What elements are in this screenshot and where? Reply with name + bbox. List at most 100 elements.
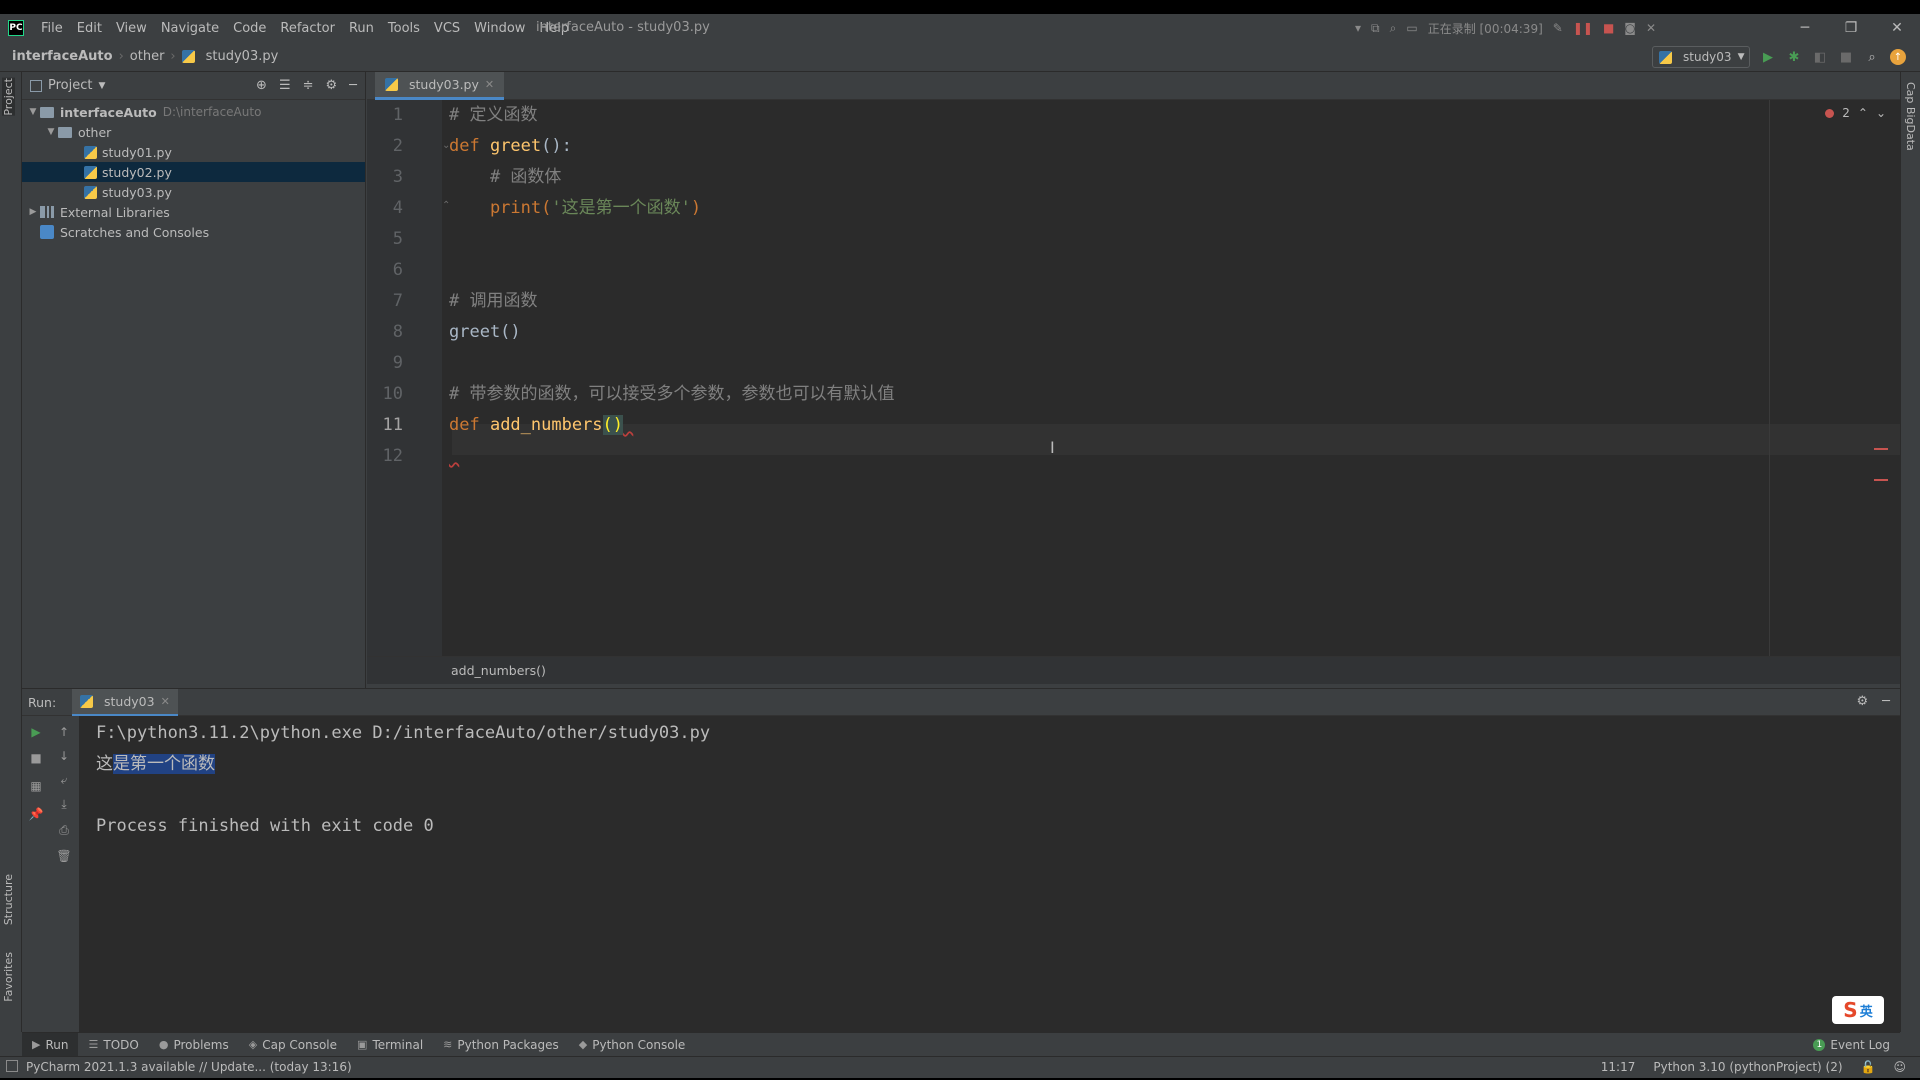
breadcrumb-project[interactable]: interfaceAuto	[12, 49, 113, 64]
window-icon[interactable]: ⧉	[1371, 21, 1380, 36]
event-log-tab[interactable]: 1 Event Log	[1813, 1033, 1890, 1057]
stop-icon[interactable]: ■	[1603, 21, 1614, 35]
scratches-icon	[40, 225, 54, 239]
menu-tools[interactable]: Tools	[381, 21, 427, 36]
restore-button[interactable]: ❐	[1828, 14, 1874, 42]
breadcrumb-file[interactable]: study03.py	[206, 49, 279, 64]
error-stripe-mark[interactable]	[1874, 448, 1888, 450]
caret-position[interactable]: 11:17	[1601, 1060, 1636, 1074]
frame-icon[interactable]: ▭	[1406, 21, 1417, 35]
menu-navigate[interactable]: Navigate	[154, 21, 226, 36]
chevron-down-icon[interactable]: ⌄	[1876, 106, 1886, 120]
tree-item-external-libraries[interactable]: ▶ External Libraries	[22, 202, 365, 222]
menu-code[interactable]: Code	[226, 21, 273, 36]
tree-item-root[interactable]: ▼ interfaceAuto D:\interfaceAuto	[22, 102, 365, 122]
minimize-button[interactable]: ─	[1782, 14, 1828, 42]
cap-bigdata-tool-tab[interactable]: Cap BigData	[1904, 82, 1917, 151]
hide-icon[interactable]: ─	[349, 78, 357, 93]
input-method-indicator[interactable]: S 英	[1832, 996, 1884, 1024]
pause-icon[interactable]: ❚❚	[1573, 21, 1593, 35]
code-area[interactable]: # 定义函数 def greet(): # 函数体 print('这是第一个函数…	[449, 100, 1749, 656]
pin-icon[interactable]: 📌	[28, 806, 44, 822]
editor-tab[interactable]: study03.py ✕	[375, 72, 505, 100]
run-console-output[interactable]: F:\python3.11.2\python.exe D:/interfaceA…	[80, 716, 1900, 1032]
editor-breadcrumb[interactable]: add_numbers()	[451, 663, 546, 678]
arrow-up-icon[interactable]: ↑	[56, 724, 72, 740]
run-icon[interactable]: ▶	[1760, 49, 1776, 65]
gear-icon[interactable]: ⚙	[1857, 694, 1869, 709]
lock-icon[interactable]: 🔓	[1861, 1060, 1876, 1074]
tree-item-file-selected[interactable]: study02.py	[22, 162, 365, 182]
tool-tab-cap-console[interactable]: ◈ Cap Console	[239, 1033, 347, 1057]
menu-file[interactable]: File	[34, 21, 70, 36]
tool-tab-python-packages[interactable]: ≋ Python Packages	[433, 1033, 569, 1057]
tree-item-folder[interactable]: ▼ other	[22, 122, 365, 142]
chevron-up-icon[interactable]: ⌃	[1858, 106, 1868, 120]
pen-icon[interactable]: ✎	[1553, 21, 1563, 35]
gear-icon[interactable]: ⚙	[326, 78, 338, 93]
arrow-down-icon[interactable]: ↓	[56, 748, 72, 764]
stop-icon[interactable]: ■	[1838, 49, 1854, 65]
stop-icon[interactable]: ■	[28, 750, 44, 766]
close-recording-icon[interactable]: ✕	[1646, 21, 1656, 35]
run-configuration-select[interactable]: study03 ▼	[1652, 46, 1750, 68]
print-icon[interactable]: ⎙	[56, 822, 72, 838]
tree-item-file[interactable]: study03.py	[22, 182, 365, 202]
coverage-icon[interactable]: ◧	[1812, 49, 1828, 65]
menu-run[interactable]: Run	[342, 21, 381, 36]
tree-root-path: D:\interfaceAuto	[162, 105, 262, 119]
tool-tab-todo[interactable]: ☰ TODO	[78, 1033, 148, 1057]
code-editor[interactable]: 1 2 3 4 5 6 7 8 9 10 11 12 ⌄ ⌃ # 定义函数 de…	[367, 100, 1900, 656]
error-stripe-mark[interactable]	[1874, 479, 1888, 481]
inspection-widget[interactable]: 2 ⌃ ⌄	[1825, 106, 1886, 120]
toggle-tool-windows-icon[interactable]	[6, 1060, 18, 1072]
hide-icon[interactable]: ─	[1882, 694, 1890, 709]
inspector-icon[interactable]: ☺	[1893, 1060, 1906, 1074]
run-configuration-label: study03	[1683, 50, 1732, 64]
close-icon[interactable]: ✕	[161, 695, 170, 708]
tool-tab-problems[interactable]: ● Problems	[149, 1033, 239, 1057]
chevron-right-icon[interactable]: ▶	[26, 207, 40, 217]
project-panel-title[interactable]: Project	[48, 78, 92, 93]
close-button[interactable]: ✕	[1874, 14, 1920, 42]
code-function-name: greet	[489, 136, 542, 156]
locate-icon[interactable]: ⊕	[256, 78, 267, 93]
python-interpreter[interactable]: Python 3.10 (pythonProject) (2)	[1653, 1060, 1842, 1074]
status-message[interactable]: PyCharm 2021.1.3 available // Update... …	[26, 1060, 352, 1074]
menu-vcs[interactable]: VCS	[427, 21, 467, 36]
breadcrumb-separator: ›	[170, 49, 176, 64]
chevron-down-icon[interactable]: ▼	[98, 81, 105, 91]
console-line: 这是第一个函数	[96, 749, 215, 780]
tool-tab-terminal[interactable]: ▣ Terminal	[347, 1033, 433, 1057]
chevron-down-icon[interactable]: ▼	[44, 127, 58, 137]
zoom-icon[interactable]: ⌕	[1390, 21, 1397, 36]
search-icon[interactable]: ⌕	[1864, 49, 1880, 65]
menu-edit[interactable]: Edit	[70, 21, 109, 36]
expand-all-icon[interactable]: ☰	[279, 78, 291, 93]
menu-refactor[interactable]: Refactor	[273, 21, 342, 36]
tree-item-scratches[interactable]: Scratches and Consoles	[22, 222, 365, 242]
update-icon[interactable]: ↑	[1890, 49, 1906, 65]
menu-window[interactable]: Window	[467, 21, 532, 36]
line-number: 2	[392, 136, 403, 156]
tree-item-file[interactable]: study01.py	[22, 142, 365, 162]
dropdown-icon[interactable]: ▾	[1355, 21, 1361, 35]
trash-icon[interactable]: 🗑	[56, 848, 72, 864]
layout-icon[interactable]: ▦	[28, 778, 44, 794]
menu-view[interactable]: View	[109, 21, 154, 36]
tool-tab-run[interactable]: ▶ Run	[22, 1032, 79, 1057]
camera-icon[interactable]: ◙	[1624, 21, 1636, 35]
scroll-to-end-icon[interactable]: ⤓	[56, 796, 72, 812]
debug-icon[interactable]: ✱	[1786, 49, 1802, 65]
rerun-icon[interactable]: ▶	[28, 724, 44, 740]
tool-tab-python-console[interactable]: ◆ Python Console	[569, 1033, 696, 1057]
favorites-tool-tab[interactable]: Favorites	[2, 952, 15, 1002]
run-tab[interactable]: study03 ✕	[72, 689, 178, 717]
collapse-all-icon[interactable]: ≑	[303, 78, 314, 93]
chevron-down-icon[interactable]: ▼	[26, 107, 40, 117]
project-tool-tab[interactable]: Project	[2, 78, 15, 116]
structure-tool-tab[interactable]: Structure	[2, 874, 15, 925]
soft-wrap-icon[interactable]: ⤶	[56, 772, 72, 788]
close-icon[interactable]: ✕	[485, 78, 494, 91]
breadcrumb-folder[interactable]: other	[130, 49, 165, 64]
